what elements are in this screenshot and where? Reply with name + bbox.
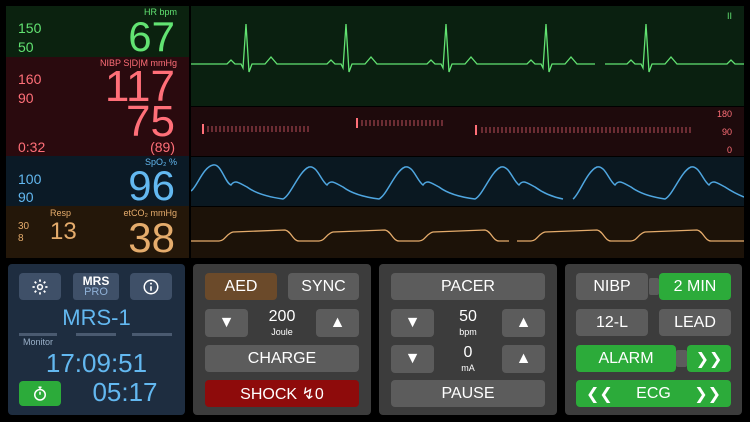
timer-button[interactable] [19, 381, 61, 406]
double-chevron-right-icon: ❯❯ [694, 385, 721, 403]
settings-button[interactable] [19, 273, 61, 300]
ecg-selector[interactable]: ❮❮ ECG ❯❯ [576, 380, 731, 407]
triangle-down-icon: ▼ [218, 314, 235, 331]
nibp-diastolic: 75 [126, 97, 175, 146]
bp-waveform-panel: 180 90 0 [191, 107, 744, 156]
energy-unit: Joule [271, 327, 293, 337]
gear-icon [32, 279, 48, 294]
logo-text-pro: PRO [84, 286, 108, 298]
resp-lower-limit: 8 [18, 233, 24, 244]
pacer-rate-unit: bpm [459, 327, 477, 337]
double-chevron-right-icon: ❯❯ [695, 350, 723, 368]
resp-tile: Resp etCO₂ mmHg 30 8 13 38 [6, 206, 189, 261]
info-icon [143, 279, 159, 294]
etco2-value: 38 [128, 214, 175, 261]
nibp-button[interactable]: NIBP [576, 273, 648, 300]
capnography-waveform [191, 229, 744, 242]
device-indicator-1 [19, 333, 57, 336]
lead-button[interactable]: LEAD [659, 309, 731, 336]
triangle-down-icon: ▼ [404, 350, 421, 367]
bp-scale-mid: 90 [721, 127, 732, 137]
hr-value: 67 [128, 13, 175, 60]
bp-scale-high: 180 [716, 109, 732, 119]
co2-waveform-panel [191, 207, 744, 258]
energy-down-button[interactable]: ▼ [205, 309, 248, 337]
alarm-toggle[interactable] [676, 350, 687, 367]
sync-button[interactable]: SYNC [288, 273, 359, 300]
pacer-rate-down-button[interactable]: ▼ [391, 309, 434, 337]
nibp-mean: (89) [150, 139, 175, 155]
resp-label: Resp [50, 208, 72, 218]
resp-upper-limit: 30 [18, 221, 30, 232]
ecg-waveform [191, 23, 744, 73]
spo2-upper-limit: 100 [18, 171, 42, 187]
pacer-rate-up-button[interactable]: ▲ [502, 309, 545, 337]
ecg-waveform-panel: II [191, 6, 744, 106]
controls-panel: NIBP 2 MIN 12-L LEAD ALARM ❯❯ ❮❮ ECG ❯❯ [565, 264, 742, 415]
pacer-current-down-button[interactable]: ▼ [391, 345, 434, 373]
nibp-upper-limit: 160 [18, 71, 42, 87]
energy-value: 200 [268, 308, 296, 325]
device-indicator-3 [132, 333, 172, 336]
energy-up-button[interactable]: ▲ [316, 309, 359, 337]
aed-button[interactable]: AED [205, 273, 277, 300]
hr-lower-limit: 50 [18, 39, 34, 55]
hr-upper-limit: 150 [18, 20, 42, 36]
alarm-button[interactable]: ALARM [576, 345, 676, 372]
pause-button[interactable]: PAUSE [391, 380, 545, 407]
resp-value: 13 [50, 218, 77, 245]
device-panel: MRS PRO MRS-1 Monitor 17:09:51 05:17 [8, 264, 185, 415]
bp-scale-low: 0 [726, 145, 732, 155]
pleth-waveform [190, 164, 745, 200]
shock-button[interactable]: SHOCK ↯0 [205, 380, 359, 407]
pacer-current-unit: mA [461, 363, 475, 373]
bp-trend [202, 118, 693, 135]
spo2-tile: SpO₂ % 100 90 96 [6, 156, 189, 209]
pacer-current-up-button[interactable]: ▲ [502, 345, 545, 373]
spo2-waveform-panel [190, 157, 745, 206]
triangle-up-icon: ▲ [515, 314, 532, 331]
spo2-value: 96 [128, 162, 175, 209]
defib-panel: AED SYNC ▼ 200 Joule ▲ CHARGE SHOCK ↯0 [193, 264, 371, 415]
nibp-tile: NIBP S|D|M mmHg 160 90 117 75 0:32 (89) [6, 57, 189, 156]
pacer-rate-value: 50 [459, 308, 477, 325]
charge-button[interactable]: CHARGE [205, 345, 359, 372]
nibp-lower-limit: 90 [18, 90, 34, 106]
device-name: MRS-1 [62, 305, 131, 330]
hr-tile: HR bpm 150 50 67 [6, 6, 189, 60]
mode-label: Monitor [23, 337, 54, 347]
ecg-label: ECG [636, 384, 671, 402]
ecg-lead-marker: II [726, 11, 732, 21]
alarm-next-button[interactable]: ❯❯ [687, 345, 731, 372]
device-indicator-2 [76, 333, 116, 336]
spo2-lower-limit: 90 [18, 189, 34, 205]
pacer-current-value: 0 [463, 344, 473, 361]
timer-value: 05:17 [92, 377, 158, 407]
triangle-down-icon: ▼ [404, 314, 421, 331]
mrs-pro-logo: MRS PRO [73, 273, 119, 300]
pacer-button[interactable]: PACER [391, 273, 545, 300]
stopwatch-icon [34, 386, 46, 401]
twelve-lead-button[interactable]: 12-L [576, 309, 648, 336]
double-chevron-left-icon: ❮❮ [586, 385, 613, 403]
pacer-panel: PACER ▼ 50 bpm ▲ ▼ 0 mA ▲ PAUSE [379, 264, 557, 415]
nibp-interval-button[interactable]: 2 MIN [659, 273, 731, 300]
clock: 17:09:51 [45, 348, 148, 378]
triangle-up-icon: ▲ [515, 350, 532, 367]
nibp-interval-toggle[interactable] [649, 278, 659, 295]
nibp-elapsed-time: 0:32 [18, 139, 46, 155]
triangle-up-icon: ▲ [329, 314, 346, 331]
info-button[interactable] [130, 273, 172, 300]
